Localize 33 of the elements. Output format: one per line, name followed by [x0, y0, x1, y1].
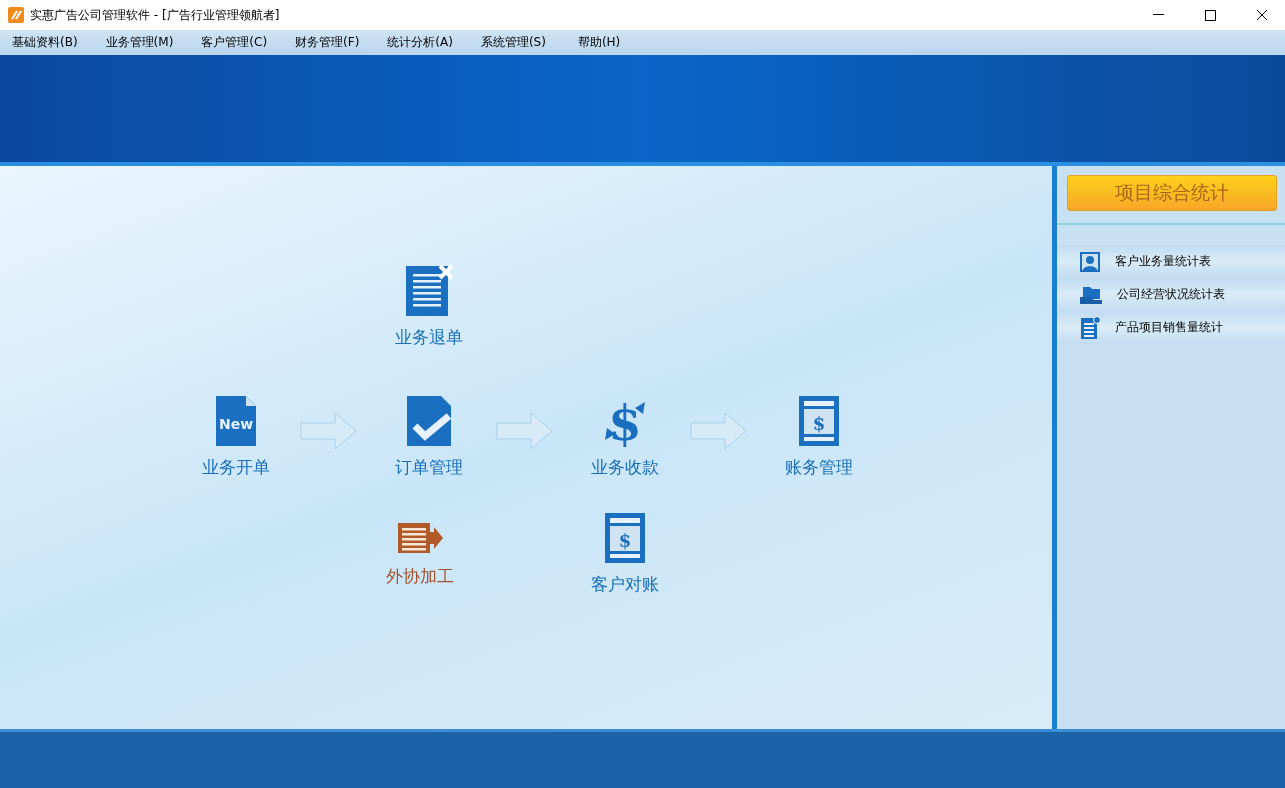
new-document-icon: New: [214, 394, 258, 448]
workflow-node[interactable]: 业务退单: [395, 264, 463, 349]
minimize-icon[interactable]: [1152, 14, 1164, 16]
menu-item[interactable]: 业务管理(M): [99, 34, 180, 51]
maximize-icon[interactable]: [1204, 9, 1216, 21]
close-icon[interactable]: [1256, 9, 1268, 21]
flow-arrow: [690, 411, 748, 451]
menu-item[interactable]: 基础资料(B): [6, 34, 84, 51]
report-list-item[interactable]: 客户业务量统计表: [1057, 245, 1285, 278]
menu-item[interactable]: 客户管理(C): [195, 34, 274, 51]
report-pen-icon: [1079, 315, 1101, 340]
window-title: 实惠广告公司管理软件 - [广告行业管理领航者]: [30, 6, 281, 24]
workflow-node[interactable]: $ 账务管理: [785, 394, 853, 479]
menu-item[interactable]: 统计分析(A): [381, 34, 459, 51]
workflow-node[interactable]: 外协加工: [386, 521, 454, 588]
workflow-node[interactable]: New 业务开单: [202, 394, 270, 479]
checkmark-document-icon: [405, 394, 453, 448]
workflow-node[interactable]: $ 业务收款: [591, 394, 659, 479]
menu-item[interactable]: 财务管理(F): [289, 34, 366, 51]
export-list-icon: [396, 521, 444, 555]
person-icon: [1079, 250, 1101, 273]
list-delete-icon: [404, 264, 454, 318]
menu-item[interactable]: 帮助(H): [571, 34, 627, 51]
menu-item[interactable]: 系统管理(S): [474, 34, 552, 51]
flow-arrow: [300, 411, 358, 451]
flow-arrow: [496, 411, 554, 451]
ledger-icon: $: [797, 394, 841, 448]
ledger-icon: $: [603, 511, 647, 565]
workflow-node[interactable]: 订单管理: [395, 394, 463, 479]
workflow-node[interactable]: $ 客户对账: [591, 511, 659, 596]
report-list-item[interactable]: 公司经营状况统计表: [1057, 278, 1285, 311]
app-logo-icon: [8, 7, 24, 23]
report-list-item[interactable]: 产品项目销售量统计: [1057, 311, 1285, 344]
